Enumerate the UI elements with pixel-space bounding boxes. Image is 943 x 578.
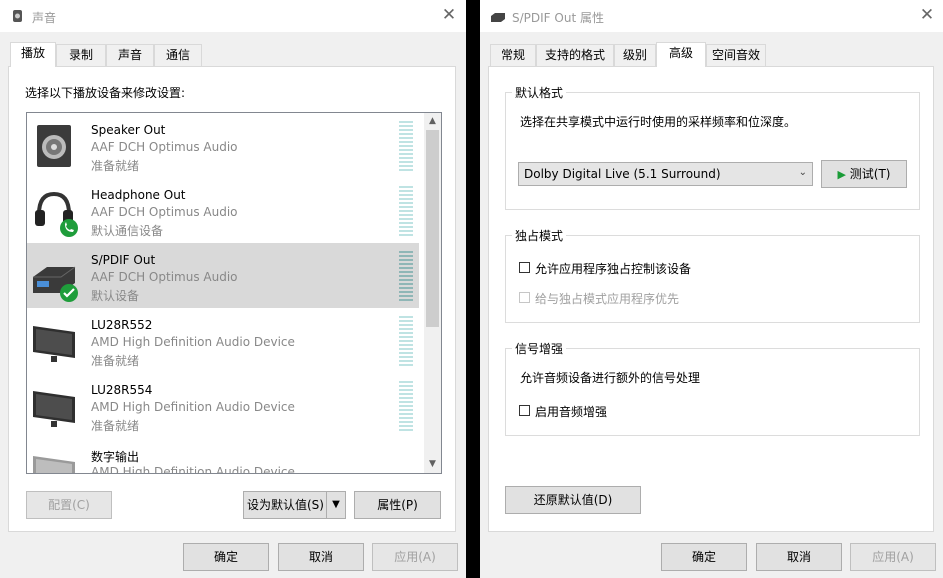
volume-meter	[399, 316, 413, 366]
exclusive-priority-checkbox[interactable]	[519, 292, 530, 303]
speaker-icon	[37, 125, 71, 167]
tab-general[interactable]: 常规	[490, 44, 536, 66]
restore-defaults-button[interactable]: 还原默认值(D)	[505, 486, 641, 514]
speaker-app-icon	[13, 10, 22, 22]
format-select-value: Dolby Digital Live (5.1 Surround)	[524, 167, 721, 181]
list-item[interactable]: S/PDIF Out AAF DCH Optimus Audio 默认设备	[27, 243, 419, 308]
tab-supported-formats[interactable]: 支持的格式	[536, 44, 614, 66]
device-driver: AAF DCH Optimus Audio	[91, 140, 238, 154]
device-list-scrollbar[interactable]: ▲ ▼	[424, 113, 441, 473]
cancel-button[interactable]: 取消	[278, 543, 364, 571]
device-name: LU28R552	[91, 318, 153, 332]
device-driver: AAF DCH Optimus Audio	[91, 270, 238, 284]
exclusive-mode-group: 独占模式	[505, 227, 920, 323]
tab-playback[interactable]: 播放	[10, 42, 56, 67]
receiver-app-icon	[491, 13, 505, 22]
exclusive-priority-label[interactable]: 给与独占模式应用程序优先	[535, 290, 679, 307]
ok-button[interactable]: 确定	[183, 543, 269, 571]
volume-meter	[399, 186, 413, 236]
play-icon: ▶	[837, 168, 846, 181]
list-item[interactable]: LU28R554 AMD High Definition Audio Devic…	[27, 373, 419, 438]
allow-exclusive-checkbox[interactable]	[519, 262, 530, 273]
set-default-label: 设为默认值(S)	[247, 498, 324, 512]
tab-spatial-sound[interactable]: 空间音效	[706, 44, 766, 66]
group-label: 独占模式	[512, 227, 567, 244]
instruction-text: 选择以下播放设备来修改设置:	[25, 86, 186, 100]
apply-button[interactable]: 应用(A)	[372, 543, 458, 571]
allow-exclusive-label[interactable]: 允许应用程序独占控制该设备	[535, 260, 691, 277]
chevron-down-icon[interactable]: ▼	[326, 492, 345, 518]
ok-button[interactable]: 确定	[661, 543, 747, 571]
audio-enhancement-checkbox[interactable]	[519, 405, 530, 416]
group-label: 默认格式	[512, 84, 567, 101]
volume-meter	[399, 121, 413, 171]
audio-enhancement-label[interactable]: 启用音频增强	[535, 403, 607, 420]
monitor-icon	[33, 326, 75, 362]
signal-enhancement-group: 信号增强 允许音频设备进行额外的信号处理	[505, 340, 920, 436]
device-name: LU28R554	[91, 383, 153, 397]
tab-levels[interactable]: 级别	[614, 44, 656, 66]
window-title: 声音	[32, 11, 57, 25]
cancel-button[interactable]: 取消	[756, 543, 842, 571]
sound-tabs: 播放 录制 声音 通信	[8, 42, 458, 67]
test-button[interactable]: ▶ 测试(T)	[821, 160, 907, 188]
device-status: 准备就绪	[91, 419, 140, 433]
device-status: 准备就绪	[91, 159, 140, 173]
check-badge-icon	[60, 284, 78, 302]
tab-advanced[interactable]: 高级	[656, 42, 706, 67]
monitor-icon	[33, 391, 75, 427]
configure-button[interactable]: 配置(C)	[26, 491, 112, 519]
list-item[interactable]: LU28R552 AMD High Definition Audio Devic…	[27, 308, 419, 373]
window-title: S/PDIF Out 属性	[512, 11, 604, 25]
tab-recording[interactable]: 录制	[56, 44, 106, 66]
device-name: Speaker Out	[91, 123, 166, 137]
properties-tabs: 常规 支持的格式 级别 高级 空间音效	[488, 42, 935, 67]
tab-sounds[interactable]: 声音	[106, 44, 154, 66]
apply-button[interactable]: 应用(A)	[850, 543, 936, 571]
device-driver: AMD High Definition Audio Device	[91, 465, 295, 474]
tab-communications[interactable]: 通信	[154, 44, 202, 66]
scroll-thumb[interactable]	[426, 130, 439, 327]
test-label: 测试(T)	[849, 167, 891, 181]
sound-titlebar: 声音 ✕	[0, 0, 466, 32]
device-driver: AMD High Definition Audio Device	[91, 400, 295, 414]
close-icon[interactable]: ✕	[918, 6, 936, 24]
volume-meter	[399, 381, 413, 431]
close-icon[interactable]: ✕	[440, 6, 458, 24]
device-name: 数字输出	[91, 450, 140, 464]
set-default-button[interactable]: 设为默认值(S) ▼	[243, 491, 346, 519]
list-item[interactable]: 数字输出 AMD High Definition Audio Device	[27, 438, 419, 474]
scroll-down-icon[interactable]: ▼	[424, 456, 441, 473]
chevron-down-icon: ⌄	[798, 167, 807, 178]
format-select[interactable]: Dolby Digital Live (5.1 Surround) ⌄	[518, 162, 813, 186]
device-driver: AAF DCH Optimus Audio	[91, 205, 238, 219]
device-name: Headphone Out	[91, 188, 186, 202]
properties-window: S/PDIF Out 属性 ✕ 常规 支持的格式 级别 高级 空间音效 默认格式…	[480, 0, 943, 578]
device-status: 默认通信设备	[91, 224, 164, 238]
format-description: 选择在共享模式中运行时使用的采样频率和位深度。	[520, 115, 797, 129]
default-format-group: 默认格式 选择在共享模式中运行时使用的采样频率和位深度。	[505, 84, 920, 210]
sound-window: 声音 ✕ 播放 录制 声音 通信 选择以下播放设备来修改设置: Speaker …	[0, 0, 466, 578]
properties-button[interactable]: 属性(P)	[354, 491, 441, 519]
device-status: 准备就绪	[91, 354, 140, 368]
scroll-up-icon[interactable]: ▲	[424, 113, 441, 130]
volume-meter	[399, 251, 413, 301]
list-item[interactable]: Headphone Out AAF DCH Optimus Audio 默认通信…	[27, 178, 419, 243]
enhancement-description: 允许音频设备进行额外的信号处理	[520, 371, 701, 385]
device-list[interactable]: Speaker Out AAF DCH Optimus Audio 准备就绪 H…	[26, 112, 442, 474]
phone-badge-icon	[60, 219, 78, 237]
properties-titlebar: S/PDIF Out 属性 ✕	[480, 0, 943, 32]
list-item[interactable]: Speaker Out AAF DCH Optimus Audio 准备就绪	[27, 113, 419, 178]
device-name: S/PDIF Out	[91, 253, 156, 267]
group-label: 信号增强	[512, 340, 567, 357]
device-status: 默认设备	[91, 289, 140, 303]
monitor-icon	[33, 456, 75, 473]
device-driver: AMD High Definition Audio Device	[91, 335, 295, 349]
